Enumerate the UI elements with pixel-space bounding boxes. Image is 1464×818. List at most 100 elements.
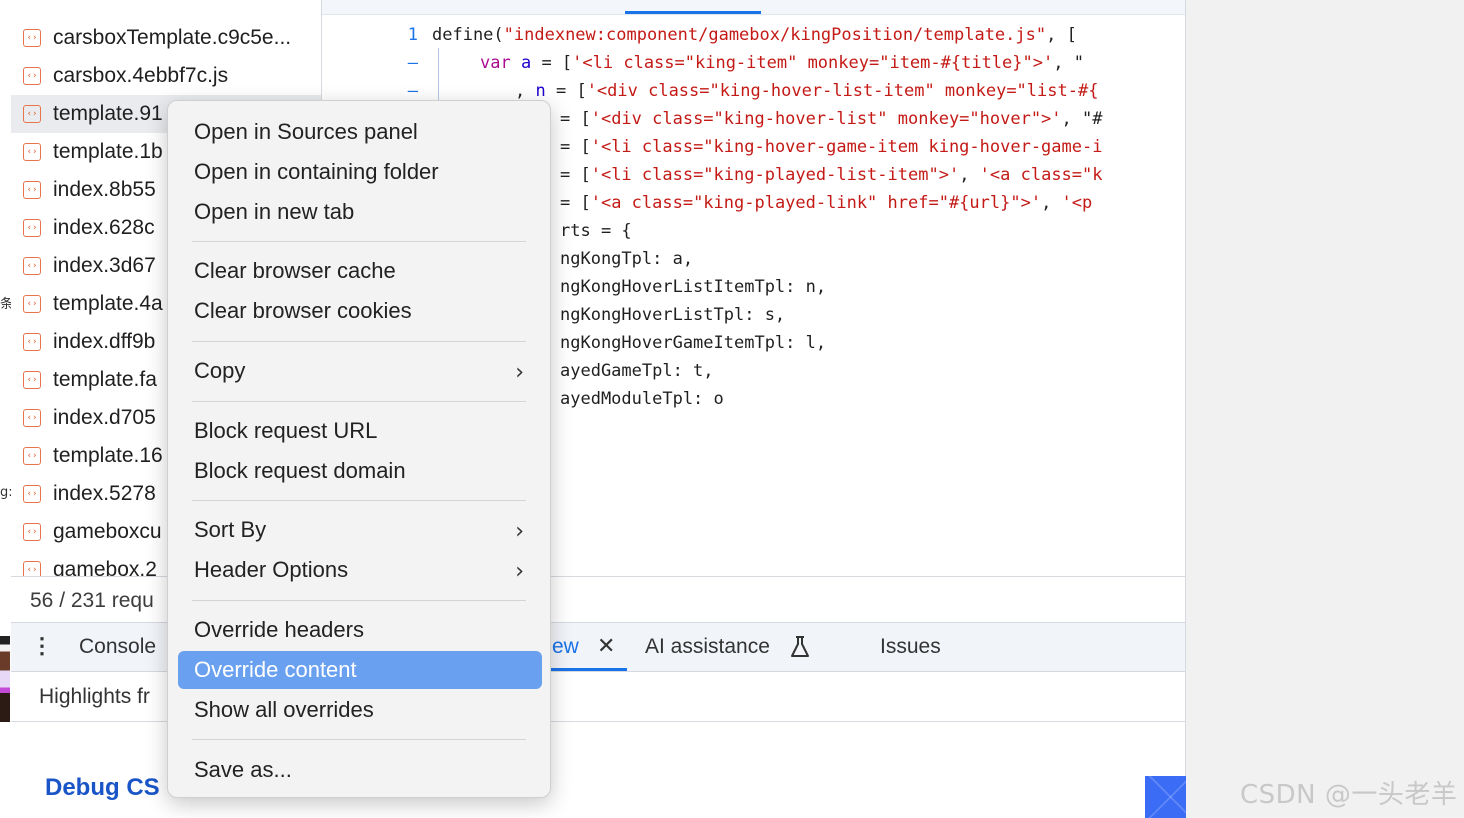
code-variable: n xyxy=(535,81,546,101)
script-file-icon: ‹› xyxy=(23,295,41,313)
request-name: gamebox.2 xyxy=(53,558,157,576)
tab-console[interactable]: Console xyxy=(79,635,156,659)
code-line: = ['<a class="king-played-link" href="#{… xyxy=(560,193,1092,213)
request-name: index.8b55 xyxy=(53,178,156,201)
line-number: 1 xyxy=(407,25,418,45)
request-name: carsbox.4ebbf7c.js xyxy=(53,64,229,87)
request-name: index.dff9b xyxy=(53,330,156,353)
script-file-icon: ‹› xyxy=(23,219,41,237)
code-line: var a = ['<li class="king-item" monkey="… xyxy=(480,53,1084,73)
request-name: template.fa xyxy=(53,368,157,391)
menu-item-clear-cache[interactable]: Clear browser cache xyxy=(178,252,542,290)
code-plain: define( xyxy=(432,25,504,45)
code-plain: = [ xyxy=(560,193,591,213)
menu-separator xyxy=(192,401,526,402)
code-line: = ['<li class="king-played-list-item">',… xyxy=(560,165,1103,185)
script-file-icon: ‹› xyxy=(23,371,41,389)
menu-item-override-content[interactable]: Override content xyxy=(178,651,542,689)
code-plain: = [ xyxy=(531,53,573,73)
code-line: ngKongTpl: a, xyxy=(560,249,694,269)
code-string: '<div class="king-hover-list-item" monke… xyxy=(586,81,1099,101)
menu-item-label: Sort By xyxy=(194,517,267,542)
script-file-icon: ‹› xyxy=(23,523,41,541)
menu-separator xyxy=(192,341,526,342)
code-string: '<div class="king-hover-list" monkey="ho… xyxy=(590,109,1062,129)
code-plain: , "# xyxy=(1061,109,1103,129)
debug-css-heading: Debug CS xyxy=(45,774,160,801)
drawer-menu-icon[interactable]: ⋮ xyxy=(31,635,53,659)
highlights-text: Highlights fr xyxy=(39,685,150,708)
code-keyword: var xyxy=(480,53,511,73)
tab-active[interactable]: ew xyxy=(552,635,579,659)
menu-item-block-url[interactable]: Block request URL xyxy=(178,412,542,450)
request-name: template.91 xyxy=(53,102,163,125)
tab-ai-assistance[interactable]: AI assistance xyxy=(645,635,770,659)
code-string: '<p xyxy=(1061,193,1093,213)
menu-item-open-in-sources[interactable]: Open in Sources panel xyxy=(178,113,542,151)
menu-separator xyxy=(192,500,526,501)
page-edge-image xyxy=(0,636,10,722)
code-string: '<li class="king-item" monkey="item-#{ti… xyxy=(572,53,1054,73)
request-row[interactable]: ‹› carsbox.4ebbf7c.js xyxy=(11,57,321,95)
menu-separator xyxy=(192,600,526,601)
menu-item-open-new-tab[interactable]: Open in new tab xyxy=(178,193,542,231)
script-file-icon: ‹› xyxy=(23,485,41,503)
code-plain: = [ xyxy=(560,109,591,129)
menu-separator xyxy=(192,241,526,242)
menu-item-open-containing-folder[interactable]: Open in containing folder xyxy=(178,153,542,191)
request-name: template.4a xyxy=(53,292,163,315)
menu-item-show-all-overrides[interactable]: Show all overrides xyxy=(178,691,542,729)
code-plain: = [ xyxy=(560,137,591,157)
menu-item-header-options[interactable]: Header Options › xyxy=(178,551,542,589)
request-name: index.d705 xyxy=(53,406,156,429)
script-file-icon: ‹› xyxy=(23,333,41,351)
script-file-icon: ‹› xyxy=(23,447,41,465)
fold-marker[interactable]: – xyxy=(322,53,418,73)
menu-separator xyxy=(192,739,526,740)
request-name: gameboxcu xyxy=(53,520,162,543)
menu-item-label: Override content xyxy=(194,657,357,682)
script-file-icon: ‹› xyxy=(23,561,41,576)
flask-icon xyxy=(791,636,809,657)
request-count: 56 / 231 requ xyxy=(30,589,154,612)
fold-marker[interactable]: – xyxy=(322,81,418,101)
menu-item-label: Copy xyxy=(194,358,246,383)
code-plain: = [ xyxy=(560,165,591,185)
code-line: , n = ['<div class="king-hover-list-item… xyxy=(515,81,1098,101)
close-tab-icon[interactable]: ✕ xyxy=(597,633,615,659)
menu-item-label: Clear browser cookies xyxy=(194,298,412,323)
script-file-icon: ‹› xyxy=(23,181,41,199)
code-plain: , xyxy=(1041,193,1062,213)
request-name: index.628c xyxy=(53,216,155,239)
code-plain: , " xyxy=(1053,53,1084,73)
script-file-icon: ‹› xyxy=(23,409,41,427)
tab-issues[interactable]: Issues xyxy=(880,635,941,659)
script-file-icon: ‹› xyxy=(23,67,41,85)
menu-item-label: Open in new tab xyxy=(194,199,355,224)
code-string: '<a class="k xyxy=(979,165,1103,185)
submenu-chevron-icon: › xyxy=(515,519,524,544)
request-name: carsboxTemplate.c9c5e... xyxy=(53,26,292,49)
menu-item-override-headers[interactable]: Override headers xyxy=(178,611,542,649)
code-line: rts = { xyxy=(560,221,632,241)
menu-item-block-domain[interactable]: Block request domain xyxy=(178,452,542,490)
code-plain: , xyxy=(959,165,980,185)
fold-guide xyxy=(438,48,439,104)
menu-item-save-as[interactable]: Save as... xyxy=(178,751,542,789)
request-row[interactable]: ‹› carsboxTemplate.c9c5e... xyxy=(11,19,321,57)
editor-active-tab-indicator xyxy=(625,11,761,14)
code-line: = ['<div class="king-hover-list" monkey=… xyxy=(560,109,1102,129)
menu-item-sort-by[interactable]: Sort By › xyxy=(178,511,542,549)
menu-item-copy[interactable]: Copy › xyxy=(178,352,542,390)
code-plain: = [ xyxy=(545,81,587,101)
code-plain: , [ xyxy=(1046,25,1077,45)
menu-item-label: Header Options xyxy=(194,557,349,582)
background-area xyxy=(1186,0,1464,818)
request-name: index.3d67 xyxy=(53,254,156,277)
request-name: index.5278 xyxy=(53,482,156,505)
submenu-chevron-icon: › xyxy=(515,559,524,584)
menu-item-clear-cookies[interactable]: Clear browser cookies xyxy=(178,292,542,330)
code-line: ngKongHoverListTpl: s, xyxy=(560,305,786,325)
code-line: ngKongHoverGameItemTpl: l, xyxy=(560,333,827,353)
code-string: '<li class="king-played-list-item">' xyxy=(590,165,960,185)
